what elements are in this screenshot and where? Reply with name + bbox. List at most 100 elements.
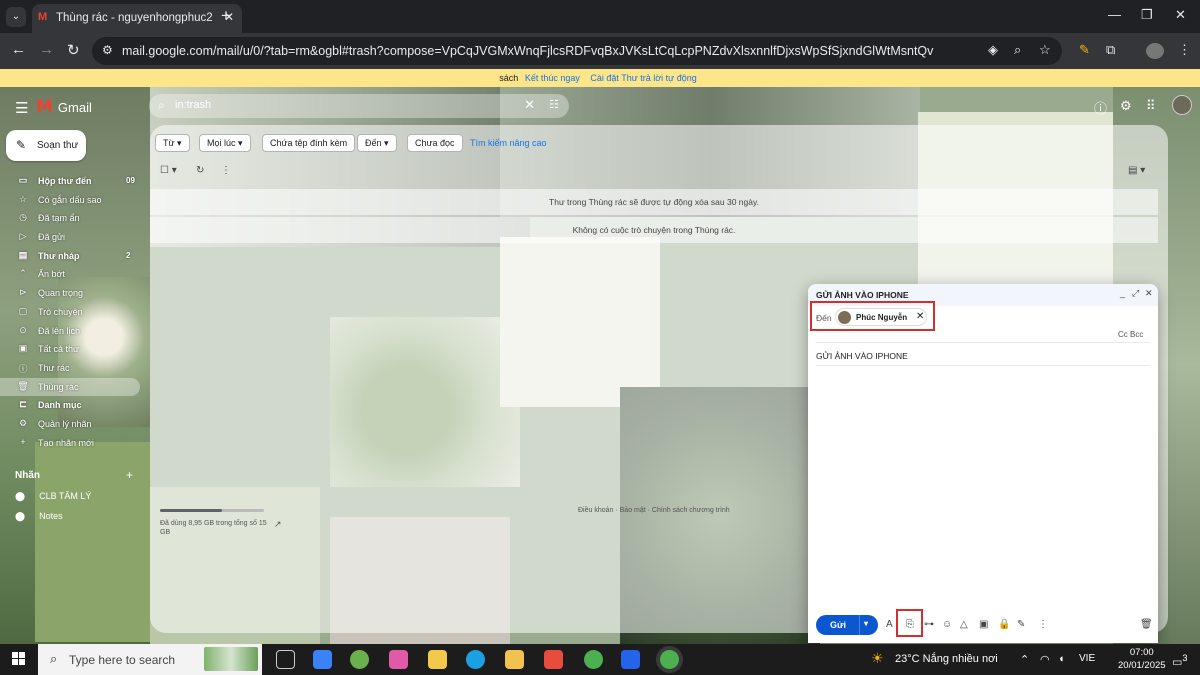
system-clock[interactable]: 07:00 20/01/2025 xyxy=(1118,646,1166,672)
send-options-icon[interactable]: ▾ xyxy=(864,619,868,628)
volume-icon[interactable]: ◖ xyxy=(1058,653,1065,665)
insert-link-icon[interactable]: ⊶ xyxy=(924,619,934,630)
task-view-icon[interactable] xyxy=(276,650,295,669)
new-tab-button[interactable]: + xyxy=(221,6,231,26)
window-close-icon[interactable]: ✕ xyxy=(1175,7,1186,23)
filter-chip[interactable]: Đến ▾ xyxy=(357,134,397,152)
app-icon[interactable] xyxy=(621,650,640,669)
support-icon[interactable]: ⓘ xyxy=(1094,98,1107,117)
open-storage-icon[interactable]: ↗ xyxy=(274,519,282,530)
weather-text[interactable]: 23°C Nắng nhiều nơi xyxy=(895,653,998,665)
search-options-icon[interactable]: ☷ xyxy=(549,98,559,111)
more-compose-options-icon[interactable]: ⋮ xyxy=(1038,619,1048,630)
extensions-puzzle-icon[interactable]: ⧉ xyxy=(1106,42,1115,58)
filter-chip[interactable]: Từ ▾ xyxy=(155,134,190,152)
taskbar-search-input[interactable]: Type here to search xyxy=(69,653,175,667)
account-avatar[interactable] xyxy=(1172,95,1192,115)
show-hidden-icons[interactable]: ⌃ xyxy=(1020,653,1029,666)
compose-button[interactable]: ✎ Soạn thư xyxy=(6,130,86,161)
confidential-mode-icon[interactable]: 🔒 xyxy=(998,619,1010,630)
sidebar-item[interactable]: ⊙ Đã lên lịch xyxy=(0,322,150,341)
extension-highlighter-icon[interactable]: ✎ xyxy=(1079,42,1090,58)
subject-field[interactable]: GỬI ẢNH VÀO IPHONE xyxy=(816,351,908,361)
chrome-active-icon[interactable] xyxy=(660,650,679,669)
cc-bcc-link[interactable]: Cc Bcc xyxy=(1118,330,1143,339)
bookmark-star-icon[interactable]: ☆ xyxy=(1039,42,1051,58)
sidebar-item[interactable]: 🗑 Thùng rác xyxy=(0,377,140,397)
mail-search-bar[interactable]: ⌕ in:trash ✕ ☷ xyxy=(149,94,569,118)
formatting-icon[interactable]: A xyxy=(886,619,893,630)
gmail-logo[interactable]: M Gmail xyxy=(36,97,92,117)
label-item[interactable]: ⬤ CLB TÂM LÝ xyxy=(15,491,91,502)
add-label-icon[interactable]: + xyxy=(126,468,133,482)
mail-app-icon[interactable] xyxy=(313,650,332,669)
sidebar-item[interactable]: ⓘ Thư rác xyxy=(0,359,150,378)
refresh-icon[interactable]: ↻ xyxy=(196,165,204,176)
install-app-icon[interactable]: ◈ xyxy=(988,42,998,58)
end-now-link[interactable]: Kết thúc ngay xyxy=(525,73,580,83)
back-icon[interactable]: ← xyxy=(11,41,26,58)
sidebar-item[interactable]: + Tạo nhãn mới xyxy=(0,434,150,453)
discard-draft-icon[interactable]: 🗑 xyxy=(1140,619,1153,630)
sidebar-item[interactable]: ⌃ Ẩn bớt xyxy=(0,265,150,284)
site-info-icon[interactable]: ⚙ xyxy=(102,43,113,57)
signature-icon[interactable]: ✎ xyxy=(1017,619,1025,630)
sidebar-item[interactable]: ▭ Hộp thư đến 09 xyxy=(0,172,150,191)
sidebar-item[interactable]: ▢ Trò chuyện xyxy=(0,303,150,322)
footer-links[interactable]: Điều khoản · Bảo mật · Chính sách chương… xyxy=(578,507,730,514)
filter-chip[interactable]: Mọi lúc ▾ xyxy=(199,134,251,152)
omnibox[interactable]: ⚙ mail.google.com/mail/u/0/?tab=rm&ogbl#… xyxy=(92,37,1062,65)
input-tools-icon[interactable]: ▤ ▾ xyxy=(1128,165,1145,176)
file-explorer-icon[interactable] xyxy=(505,650,524,669)
label-item[interactable]: ⬤ Notes xyxy=(15,511,63,522)
chrome-icon[interactable] xyxy=(584,650,603,669)
windows-start-icon[interactable] xyxy=(12,652,26,666)
network-icon[interactable]: ◠ xyxy=(1040,653,1050,666)
apps-grid-icon[interactable]: ⠿ xyxy=(1146,98,1156,114)
search-icon[interactable]: ⌕ xyxy=(158,98,165,113)
zoom-icon[interactable]: ⌕ xyxy=(1014,42,1021,58)
vacation-settings-link[interactable]: Cài đặt Thư trả lời tự động xyxy=(590,73,696,83)
notification-center-icon[interactable]: ▭3 xyxy=(1172,653,1188,669)
spam-icon: ⓘ xyxy=(18,363,28,374)
sidebar-item[interactable]: ⊏ Danh mục xyxy=(0,396,150,415)
browser-menu-icon[interactable]: ⋮ xyxy=(1178,42,1191,58)
wps-office-icon[interactable] xyxy=(544,650,563,669)
browser-tab[interactable]: M Thùng rác - nguyenhongphuc2 ✕ xyxy=(32,4,242,33)
emoji-icon[interactable]: ☺ xyxy=(942,619,952,630)
settings-gear-icon[interactable]: ⚙ xyxy=(1120,98,1132,114)
copilot-icon[interactable] xyxy=(389,650,408,669)
sidebar-item[interactable]: ⚙ Quản lý nhãn xyxy=(0,415,150,434)
sidebar-item[interactable]: ▷ Đã gửi xyxy=(0,228,150,247)
sidebar-item[interactable]: ▤ Thư nháp 2 xyxy=(0,247,150,266)
profile-avatar[interactable] xyxy=(1146,43,1164,59)
clear-search-icon[interactable]: ✕ xyxy=(524,97,535,113)
minimize-icon[interactable]: — xyxy=(1108,7,1121,22)
main-menu-icon[interactable]: ☰ xyxy=(15,99,28,117)
taskbar-search[interactable]: ⌕ Type here to search xyxy=(38,644,262,675)
sidebar-item[interactable]: ⊳ Quan trọng xyxy=(0,284,150,303)
more-options-icon[interactable]: ⋮ xyxy=(221,165,231,176)
sidebar-item[interactable]: ◷ Đã tạm ẩn xyxy=(0,209,150,228)
advanced-search-link[interactable]: Tìm kiếm nâng cao xyxy=(470,138,547,148)
minimize-compose-icon[interactable]: _ xyxy=(1120,288,1125,298)
forward-icon[interactable]: → xyxy=(39,41,54,58)
tab-search-dropdown[interactable]: ⌄ xyxy=(6,7,26,27)
store-icon[interactable] xyxy=(428,650,447,669)
sidebar-item[interactable]: ▣ Tất cả thư xyxy=(0,340,150,359)
filter-chip[interactable]: Chứa tệp đính kèm xyxy=(262,134,356,152)
restore-icon[interactable]: ❐ xyxy=(1141,7,1153,23)
insert-photo-icon[interactable]: ▣ xyxy=(979,619,988,630)
close-compose-icon[interactable]: ✕ xyxy=(1145,288,1153,299)
search-input[interactable]: in:trash xyxy=(175,99,211,111)
edge-icon[interactable] xyxy=(466,650,485,669)
send-button[interactable]: Gửi ▾ xyxy=(816,615,878,635)
language-indicator[interactable]: VIE xyxy=(1079,653,1095,664)
app-icon[interactable] xyxy=(350,650,369,669)
reload-icon[interactable]: ↻ xyxy=(67,41,80,59)
drive-icon[interactable]: △ xyxy=(960,619,968,630)
sidebar-item[interactable]: ☆ Có gắn dấu sao xyxy=(0,191,150,210)
expand-compose-icon[interactable]: ⤢ xyxy=(1132,288,1139,299)
select-checkbox[interactable]: ☐ ▾ xyxy=(160,165,177,176)
filter-chip[interactable]: Chưa đọc xyxy=(407,134,463,152)
